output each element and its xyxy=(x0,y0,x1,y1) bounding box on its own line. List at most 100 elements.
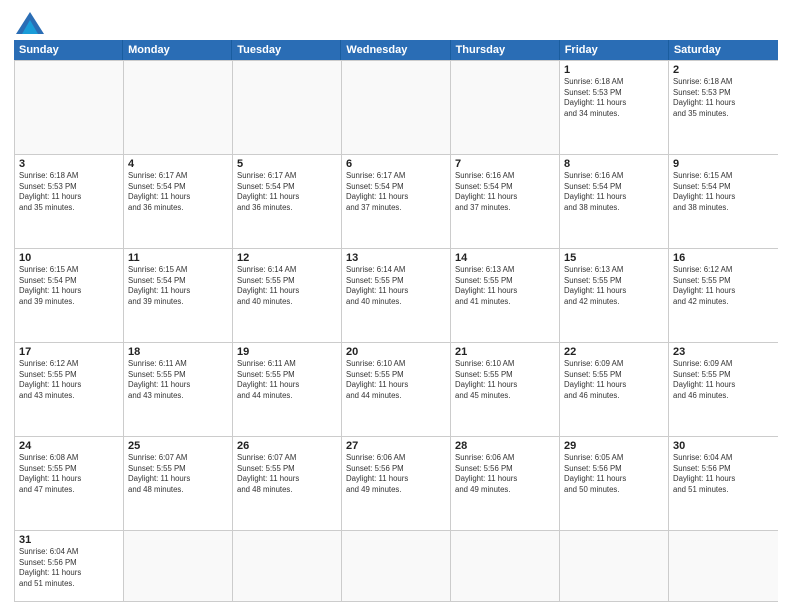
calendar-cell: 17Sunrise: 6:12 AM Sunset: 5:55 PM Dayli… xyxy=(15,343,124,436)
day-number: 18 xyxy=(128,346,228,358)
day-number: 11 xyxy=(128,252,228,264)
day-number: 12 xyxy=(237,252,337,264)
day-detail: Sunrise: 6:18 AM Sunset: 5:53 PM Dayligh… xyxy=(19,171,119,213)
day-number: 5 xyxy=(237,158,337,170)
calendar-cell: 14Sunrise: 6:13 AM Sunset: 5:55 PM Dayli… xyxy=(451,249,560,342)
day-number: 13 xyxy=(346,252,446,264)
day-number: 27 xyxy=(346,440,446,452)
calendar-cell: 18Sunrise: 6:11 AM Sunset: 5:55 PM Dayli… xyxy=(124,343,233,436)
header-cell-friday: Friday xyxy=(560,40,669,60)
calendar-cell: 25Sunrise: 6:07 AM Sunset: 5:55 PM Dayli… xyxy=(124,437,233,530)
logo-icon xyxy=(16,12,44,34)
day-number: 4 xyxy=(128,158,228,170)
calendar-cell: 27Sunrise: 6:06 AM Sunset: 5:56 PM Dayli… xyxy=(342,437,451,530)
calendar-cell: 11Sunrise: 6:15 AM Sunset: 5:54 PM Dayli… xyxy=(124,249,233,342)
day-detail: Sunrise: 6:08 AM Sunset: 5:55 PM Dayligh… xyxy=(19,453,119,495)
calendar-cell: 21Sunrise: 6:10 AM Sunset: 5:55 PM Dayli… xyxy=(451,343,560,436)
day-number: 6 xyxy=(346,158,446,170)
calendar-cell: 2Sunrise: 6:18 AM Sunset: 5:53 PM Daylig… xyxy=(669,61,778,154)
top-section xyxy=(14,12,778,34)
day-number: 9 xyxy=(673,158,774,170)
day-detail: Sunrise: 6:16 AM Sunset: 5:54 PM Dayligh… xyxy=(455,171,555,213)
day-number: 15 xyxy=(564,252,664,264)
header-cell-tuesday: Tuesday xyxy=(232,40,341,60)
day-number: 22 xyxy=(564,346,664,358)
day-detail: Sunrise: 6:05 AM Sunset: 5:56 PM Dayligh… xyxy=(564,453,664,495)
calendar-cell: 5Sunrise: 6:17 AM Sunset: 5:54 PM Daylig… xyxy=(233,155,342,248)
day-detail: Sunrise: 6:15 AM Sunset: 5:54 PM Dayligh… xyxy=(673,171,774,213)
calendar-cell: 6Sunrise: 6:17 AM Sunset: 5:54 PM Daylig… xyxy=(342,155,451,248)
day-number: 17 xyxy=(19,346,119,358)
calendar-cell: 31Sunrise: 6:04 AM Sunset: 5:56 PM Dayli… xyxy=(15,531,124,601)
day-detail: Sunrise: 6:09 AM Sunset: 5:55 PM Dayligh… xyxy=(564,359,664,401)
day-detail: Sunrise: 6:14 AM Sunset: 5:55 PM Dayligh… xyxy=(237,265,337,307)
calendar-row-5: 31Sunrise: 6:04 AM Sunset: 5:56 PM Dayli… xyxy=(15,530,778,601)
day-detail: Sunrise: 6:12 AM Sunset: 5:55 PM Dayligh… xyxy=(673,265,774,307)
calendar-cell: 29Sunrise: 6:05 AM Sunset: 5:56 PM Dayli… xyxy=(560,437,669,530)
calendar-cell: 3Sunrise: 6:18 AM Sunset: 5:53 PM Daylig… xyxy=(15,155,124,248)
day-number: 20 xyxy=(346,346,446,358)
calendar-cell: 28Sunrise: 6:06 AM Sunset: 5:56 PM Dayli… xyxy=(451,437,560,530)
day-number: 29 xyxy=(564,440,664,452)
day-detail: Sunrise: 6:11 AM Sunset: 5:55 PM Dayligh… xyxy=(237,359,337,401)
calendar-cell: 23Sunrise: 6:09 AM Sunset: 5:55 PM Dayli… xyxy=(669,343,778,436)
day-number: 31 xyxy=(19,534,119,546)
day-detail: Sunrise: 6:06 AM Sunset: 5:56 PM Dayligh… xyxy=(455,453,555,495)
calendar-cell xyxy=(15,61,124,154)
day-number: 21 xyxy=(455,346,555,358)
day-detail: Sunrise: 6:18 AM Sunset: 5:53 PM Dayligh… xyxy=(673,77,774,119)
day-detail: Sunrise: 6:12 AM Sunset: 5:55 PM Dayligh… xyxy=(19,359,119,401)
day-detail: Sunrise: 6:10 AM Sunset: 5:55 PM Dayligh… xyxy=(455,359,555,401)
day-detail: Sunrise: 6:15 AM Sunset: 5:54 PM Dayligh… xyxy=(128,265,228,307)
calendar-cell xyxy=(233,61,342,154)
calendar-body: 1Sunrise: 6:18 AM Sunset: 5:53 PM Daylig… xyxy=(14,60,778,602)
calendar-row-3: 17Sunrise: 6:12 AM Sunset: 5:55 PM Dayli… xyxy=(15,342,778,436)
calendar-cell xyxy=(124,531,233,601)
day-detail: Sunrise: 6:13 AM Sunset: 5:55 PM Dayligh… xyxy=(564,265,664,307)
calendar: SundayMondayTuesdayWednesdayThursdayFrid… xyxy=(14,40,778,602)
calendar-cell xyxy=(560,531,669,601)
calendar-row-1: 3Sunrise: 6:18 AM Sunset: 5:53 PM Daylig… xyxy=(15,154,778,248)
calendar-cell: 8Sunrise: 6:16 AM Sunset: 5:54 PM Daylig… xyxy=(560,155,669,248)
calendar-cell: 1Sunrise: 6:18 AM Sunset: 5:53 PM Daylig… xyxy=(560,61,669,154)
day-number: 24 xyxy=(19,440,119,452)
day-number: 25 xyxy=(128,440,228,452)
day-detail: Sunrise: 6:04 AM Sunset: 5:56 PM Dayligh… xyxy=(19,547,119,589)
day-detail: Sunrise: 6:14 AM Sunset: 5:55 PM Dayligh… xyxy=(346,265,446,307)
day-number: 2 xyxy=(673,64,774,76)
calendar-cell: 15Sunrise: 6:13 AM Sunset: 5:55 PM Dayli… xyxy=(560,249,669,342)
day-detail: Sunrise: 6:10 AM Sunset: 5:55 PM Dayligh… xyxy=(346,359,446,401)
header-cell-saturday: Saturday xyxy=(669,40,778,60)
day-number: 14 xyxy=(455,252,555,264)
day-number: 3 xyxy=(19,158,119,170)
day-detail: Sunrise: 6:07 AM Sunset: 5:55 PM Dayligh… xyxy=(128,453,228,495)
day-number: 16 xyxy=(673,252,774,264)
header-cell-sunday: Sunday xyxy=(14,40,123,60)
calendar-cell: 12Sunrise: 6:14 AM Sunset: 5:55 PM Dayli… xyxy=(233,249,342,342)
header-cell-thursday: Thursday xyxy=(451,40,560,60)
day-detail: Sunrise: 6:09 AM Sunset: 5:55 PM Dayligh… xyxy=(673,359,774,401)
calendar-cell xyxy=(124,61,233,154)
calendar-cell xyxy=(342,61,451,154)
day-detail: Sunrise: 6:17 AM Sunset: 5:54 PM Dayligh… xyxy=(128,171,228,213)
calendar-cell: 10Sunrise: 6:15 AM Sunset: 5:54 PM Dayli… xyxy=(15,249,124,342)
day-number: 28 xyxy=(455,440,555,452)
day-detail: Sunrise: 6:16 AM Sunset: 5:54 PM Dayligh… xyxy=(564,171,664,213)
day-detail: Sunrise: 6:06 AM Sunset: 5:56 PM Dayligh… xyxy=(346,453,446,495)
day-number: 26 xyxy=(237,440,337,452)
day-number: 30 xyxy=(673,440,774,452)
day-detail: Sunrise: 6:04 AM Sunset: 5:56 PM Dayligh… xyxy=(673,453,774,495)
calendar-cell xyxy=(233,531,342,601)
calendar-row-4: 24Sunrise: 6:08 AM Sunset: 5:55 PM Dayli… xyxy=(15,436,778,530)
calendar-cell: 24Sunrise: 6:08 AM Sunset: 5:55 PM Dayli… xyxy=(15,437,124,530)
day-number: 1 xyxy=(564,64,664,76)
calendar-cell: 19Sunrise: 6:11 AM Sunset: 5:55 PM Dayli… xyxy=(233,343,342,436)
calendar-row-2: 10Sunrise: 6:15 AM Sunset: 5:54 PM Dayli… xyxy=(15,248,778,342)
day-detail: Sunrise: 6:15 AM Sunset: 5:54 PM Dayligh… xyxy=(19,265,119,307)
header-cell-wednesday: Wednesday xyxy=(341,40,450,60)
calendar-cell xyxy=(451,531,560,601)
day-number: 23 xyxy=(673,346,774,358)
calendar-row-0: 1Sunrise: 6:18 AM Sunset: 5:53 PM Daylig… xyxy=(15,60,778,154)
calendar-cell xyxy=(451,61,560,154)
day-detail: Sunrise: 6:18 AM Sunset: 5:53 PM Dayligh… xyxy=(564,77,664,119)
